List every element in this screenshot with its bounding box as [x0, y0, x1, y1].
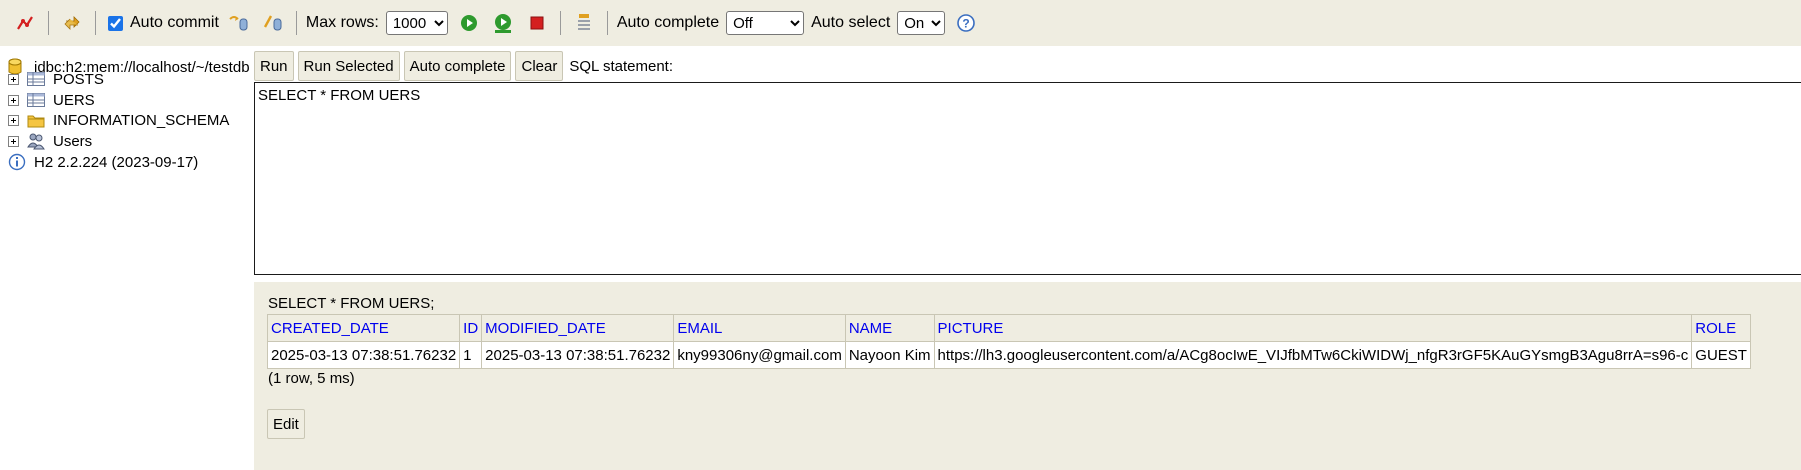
table-header-row: CREATED_DATE ID MODIFIED_DATE EMAIL NAME…: [266, 314, 1751, 342]
table-cell: https://lh3.googleusercontent.com/a/ACg8…: [933, 341, 1693, 369]
tree-item-information-schema[interactable]: INFORMATION_SCHEMA: [8, 109, 229, 131]
users-icon: [27, 132, 47, 150]
tree-item-posts[interactable]: POSTS: [8, 68, 104, 90]
auto-select-select[interactable]: On: [897, 11, 946, 35]
tree-item-label: POSTS: [53, 70, 104, 88]
table-cell: Nayoon Kim: [844, 341, 935, 369]
auto-complete-label: Auto complete: [616, 14, 720, 31]
history-icon[interactable]: [571, 10, 597, 36]
tree-item-users[interactable]: Users: [8, 130, 92, 152]
expand-icon[interactable]: [8, 114, 19, 126]
disconnect-icon[interactable]: [12, 10, 38, 36]
toolbar-separator: [95, 11, 96, 35]
expand-icon[interactable]: [8, 73, 19, 85]
tree-version: H2 2.2.224 (2023-09-17): [8, 151, 198, 173]
column-header[interactable]: ID: [459, 314, 483, 342]
tree-item-label: INFORMATION_SCHEMA: [53, 111, 230, 129]
run-icon[interactable]: [456, 10, 482, 36]
table-cell: 2025-03-13 07:38:51.76232: [481, 341, 675, 369]
table-cell: 2025-03-13 07:38:51.76232: [266, 341, 461, 369]
tree-item-uers[interactable]: UERS: [8, 89, 95, 111]
column-header[interactable]: EMAIL: [673, 314, 846, 342]
auto-complete-button[interactable]: Auto complete: [403, 51, 512, 81]
run-selected-icon[interactable]: [490, 10, 516, 36]
column-header[interactable]: NAME: [844, 314, 935, 342]
column-header[interactable]: CREATED_DATE: [266, 314, 461, 342]
version-text: H2 2.2.224 (2023-09-17): [34, 153, 199, 171]
result-statement: SELECT * FROM UERS;: [268, 295, 435, 312]
column-header[interactable]: MODIFIED_DATE: [481, 314, 675, 342]
help-icon[interactable]: ?: [953, 10, 979, 36]
stop-icon[interactable]: [524, 10, 550, 36]
table-cell: 1: [459, 341, 483, 369]
expand-icon[interactable]: [8, 94, 19, 106]
toolbar-separator: [48, 11, 49, 35]
result-count: (1 row, 5 ms): [268, 370, 355, 387]
table-row: 2025-03-13 07:38:51.76232 1 2025-03-13 0…: [266, 341, 1751, 369]
commit-icon[interactable]: [226, 10, 252, 36]
info-icon: [8, 153, 28, 171]
results-panel: SELECT * FROM UERS; CREATED_DATE ID MODI…: [254, 282, 1801, 470]
tree-item-label: UERS: [53, 91, 95, 109]
column-header[interactable]: ROLE: [1691, 314, 1751, 342]
table-cell: GUEST: [1691, 341, 1751, 369]
max-rows-select[interactable]: 1000: [385, 11, 448, 35]
table-icon: [27, 91, 47, 109]
tree-item-label: Users: [53, 132, 93, 150]
refresh-icon[interactable]: [59, 10, 85, 36]
toolbar-separator: [295, 11, 297, 35]
auto-select-label: Auto select: [811, 14, 891, 31]
clear-button[interactable]: Clear: [515, 51, 564, 81]
run-selected-button[interactable]: Run Selected: [297, 51, 400, 81]
auto-commit-checkbox[interactable]: [108, 15, 123, 31]
svg-text:?: ?: [963, 17, 970, 31]
rollback-icon[interactable]: [260, 10, 286, 36]
query-button-bar: Run Run Selected Auto complete Clear SQL…: [254, 50, 673, 82]
auto-complete-select[interactable]: Off: [726, 11, 805, 35]
column-header[interactable]: PICTURE: [933, 314, 1693, 342]
toolbar-separator: [559, 11, 561, 35]
schema-tree: jdbc:h2:mem://localhost/~/testdb POSTS U…: [0, 46, 254, 470]
folder-icon: [27, 111, 47, 129]
toolbar: Auto commit Max rows: 1000 Auto complete…: [0, 0, 1801, 46]
run-button[interactable]: Run: [254, 51, 294, 81]
edit-button[interactable]: Edit: [267, 409, 305, 439]
table-cell: kny99306ny@gmail.com: [673, 341, 846, 369]
sql-statement-label: SQL statement:: [569, 57, 674, 75]
table-icon: [27, 70, 47, 88]
result-table: CREATED_DATE ID MODIFIED_DATE EMAIL NAME…: [266, 314, 1751, 369]
toolbar-separator: [606, 11, 608, 35]
auto-commit-label: Auto commit: [130, 14, 219, 31]
sql-editor[interactable]: SELECT * FROM UERS: [254, 82, 1801, 275]
expand-icon[interactable]: [8, 135, 19, 147]
max-rows-label: Max rows:: [305, 14, 379, 31]
